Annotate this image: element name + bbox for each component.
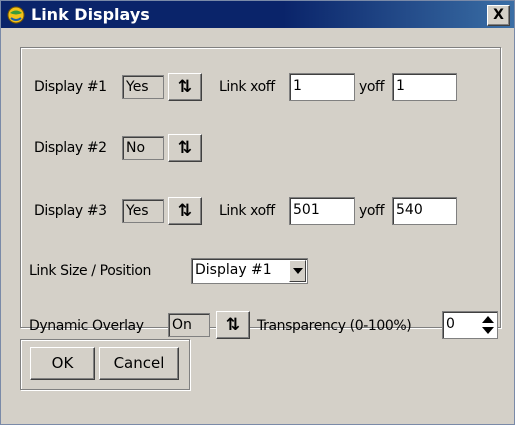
display3-yoff-label: yoff <box>359 203 385 219</box>
display1-value: Yes <box>122 75 164 99</box>
display1-xoff-label: Link xoff <box>219 79 275 95</box>
display1-toggle-button[interactable]: ⇅ <box>168 73 202 101</box>
swap-arrows-icon: ⇅ <box>225 315 241 335</box>
display3-toggle-button[interactable]: ⇅ <box>168 197 202 225</box>
display1-xoff-input[interactable]: 1 <box>289 73 355 101</box>
swap-arrows-icon: ⇅ <box>177 77 193 97</box>
link-size-selected: Display #1 <box>195 262 272 278</box>
display2-label: Display #2 <box>34 140 107 156</box>
overlay-value: On <box>168 313 210 337</box>
link-size-select[interactable]: Display #1 <box>191 258 308 284</box>
link-displays-dialog: Link Displays X Display #1 Yes ⇅ Link xo… <box>0 0 515 425</box>
title-bar[interactable]: Link Displays X <box>1 1 514 28</box>
overlay-toggle-button[interactable]: ⇅ <box>216 311 250 339</box>
ok-button[interactable]: OK <box>30 347 95 380</box>
display2-toggle-button[interactable]: ⇅ <box>168 134 202 162</box>
window-title: Link Displays <box>31 5 150 24</box>
globe-icon <box>7 6 25 24</box>
close-button[interactable]: X <box>487 5 510 26</box>
swap-arrows-icon: ⇅ <box>177 138 193 158</box>
display3-label: Display #3 <box>34 203 107 219</box>
transparency-label: Transparency (0-100%) <box>257 318 412 334</box>
display3-value: Yes <box>122 199 164 223</box>
display3-xoff-label: Link xoff <box>219 203 275 219</box>
display1-yoff-input[interactable]: 1 <box>392 73 457 101</box>
spinner-arrows-icon[interactable] <box>482 316 494 334</box>
link-size-label: Link Size / Position <box>29 263 151 279</box>
transparency-value: 0 <box>446 316 455 332</box>
cancel-button[interactable]: Cancel <box>99 347 179 380</box>
overlay-label: Dynamic Overlay <box>29 318 144 334</box>
transparency-spinner[interactable]: 0 <box>442 311 498 339</box>
swap-arrows-icon: ⇅ <box>177 201 193 221</box>
display3-xoff-input[interactable]: 501 <box>289 197 355 225</box>
display1-yoff-label: yoff <box>359 79 385 95</box>
display1-label: Display #1 <box>34 79 107 95</box>
display2-value: No <box>122 136 164 160</box>
display3-yoff-input[interactable]: 540 <box>392 197 457 225</box>
chevron-down-icon[interactable] <box>289 260 306 282</box>
